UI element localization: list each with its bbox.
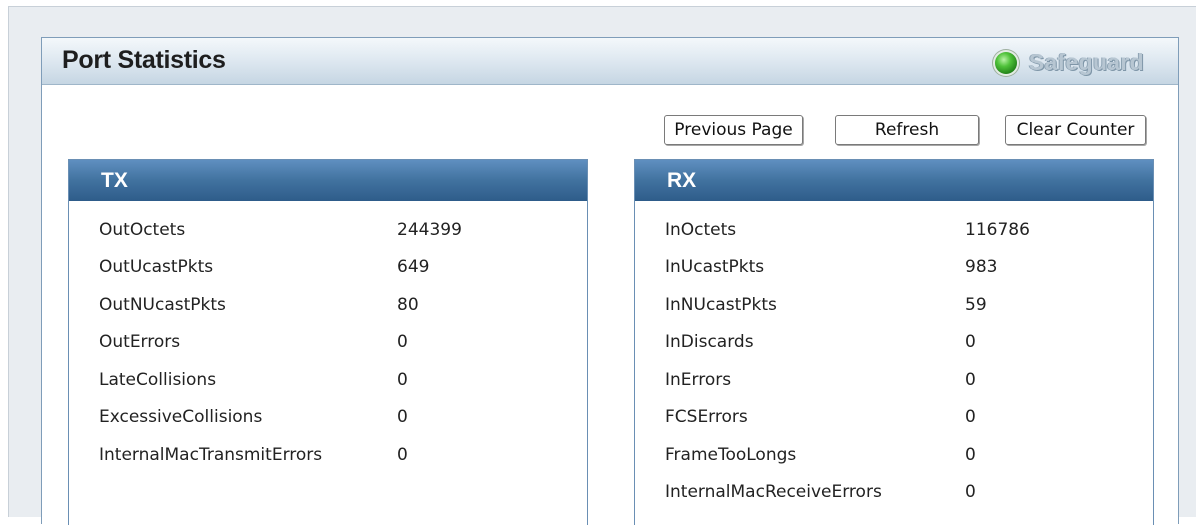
rx-row-in-discards: InDiscards 0 xyxy=(635,324,1153,360)
safeguard-label: Safeguard xyxy=(1028,49,1144,75)
stat-value: 0 xyxy=(397,332,408,352)
stat-name: OutErrors xyxy=(99,332,181,352)
stat-name: OutOctets xyxy=(99,220,186,240)
stat-name: OutUcastPkts xyxy=(99,257,214,277)
tx-row-out-ucast-pkts: OutUcastPkts 649 xyxy=(69,249,587,285)
rx-row-in-octets: InOctets 116786 xyxy=(635,212,1153,248)
stat-name: InErrors xyxy=(665,370,732,390)
clear-counter-button[interactable]: Clear Counter xyxy=(1005,115,1146,145)
stat-value: 0 xyxy=(965,482,976,502)
previous-page-button[interactable]: Previous Page xyxy=(664,115,803,145)
stat-value: 0 xyxy=(965,407,976,427)
stat-name: FrameTooLongs xyxy=(665,445,797,465)
refresh-button[interactable]: Refresh xyxy=(835,115,979,145)
stat-value: 0 xyxy=(397,445,408,465)
tx-row-internal-mac-transmit-errors: InternalMacTransmitErrors 0 xyxy=(69,437,587,473)
stat-value: 244399 xyxy=(397,220,462,240)
stat-value: 0 xyxy=(397,407,408,427)
stat-value: 0 xyxy=(965,332,976,352)
stat-value: 649 xyxy=(397,257,430,277)
stat-name: InNUcastPkts xyxy=(665,295,777,315)
tx-row-out-nucast-pkts: OutNUcastPkts 80 xyxy=(69,287,587,323)
tx-row-excessive-collisions: ExcessiveCollisions 0 xyxy=(69,399,587,435)
stat-value: 983 xyxy=(965,257,998,277)
tx-row-out-octets: OutOctets 244399 xyxy=(69,212,587,248)
safeguard-indicator: Safeguard xyxy=(994,49,1144,76)
rx-row-frame-too-longs: FrameTooLongs 0 xyxy=(635,437,1153,473)
stat-name: InternalMacReceiveErrors xyxy=(665,482,882,502)
port-statistics-panel: Port Statistics Safeguard Previous Page … xyxy=(41,37,1179,525)
stat-name: InOctets xyxy=(665,220,737,240)
rx-row-fcs-errors: FCSErrors 0 xyxy=(635,399,1153,435)
stat-value: 0 xyxy=(965,445,976,465)
stat-value: 116786 xyxy=(965,220,1030,240)
tx-row-late-collisions: LateCollisions 0 xyxy=(69,362,587,398)
tx-statistics-box: TX OutOctets 244399 OutUcastPkts 649 Out… xyxy=(68,159,588,525)
page-background: Port Statistics Safeguard Previous Page … xyxy=(8,6,1196,525)
stat-value: 0 xyxy=(397,370,408,390)
rx-row-internal-mac-receive-errors: InternalMacReceiveErrors 0 xyxy=(635,474,1153,510)
stat-name: LateCollisions xyxy=(99,370,217,390)
stat-name: InUcastPkts xyxy=(665,257,765,277)
tx-heading: TX xyxy=(69,160,587,201)
rx-statistics-box: RX InOctets 116786 InUcastPkts 983 InNUc… xyxy=(634,159,1154,525)
stat-name: InternalMacTransmitErrors xyxy=(99,445,323,465)
stat-value: 59 xyxy=(965,295,987,315)
stat-name: InDiscards xyxy=(665,332,754,352)
rx-row-in-nucast-pkts: InNUcastPkts 59 xyxy=(635,287,1153,323)
rx-heading: RX xyxy=(635,160,1153,201)
rx-row-in-errors: InErrors 0 xyxy=(635,362,1153,398)
stat-name: FCSErrors xyxy=(665,407,748,427)
rx-row-in-ucast-pkts: InUcastPkts 983 xyxy=(635,249,1153,285)
stat-name: OutNUcastPkts xyxy=(99,295,226,315)
page-title: Port Statistics xyxy=(62,46,226,74)
panel-header: Port Statistics Safeguard xyxy=(42,38,1178,85)
safeguard-status-led-icon xyxy=(994,51,1017,74)
stat-name: ExcessiveCollisions xyxy=(99,407,263,427)
stat-value: 0 xyxy=(965,370,976,390)
stat-value: 80 xyxy=(397,295,419,315)
tx-row-out-errors: OutErrors 0 xyxy=(69,324,587,360)
